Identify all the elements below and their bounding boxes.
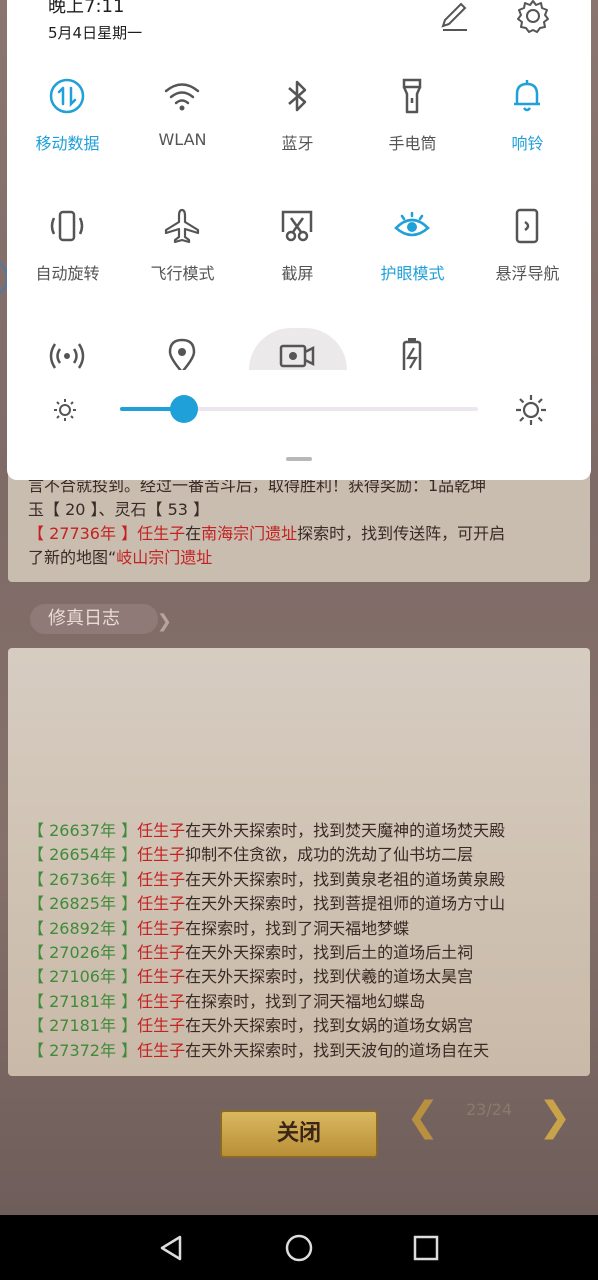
event-log-line-4: 了新的地图“岐山宗门遗址: [28, 548, 213, 567]
tile-screen-record[interactable]: [240, 336, 355, 370]
log-entry: 【 26825年 】任生子在天外天探索时，找到菩提祖师的道场方寸山: [28, 894, 506, 914]
event-log-line-2: 玉【 20 】、灵石【 53 】: [28, 500, 210, 519]
tile-label: 悬浮导航: [495, 264, 560, 283]
tile-screenshot[interactable]: 截屏: [240, 206, 355, 316]
floating-nav-icon: [515, 208, 539, 244]
tile-ring[interactable]: 响铃: [470, 76, 585, 186]
back-icon[interactable]: [156, 1233, 186, 1263]
close-button[interactable]: 关闭: [220, 1110, 378, 1158]
recents-icon[interactable]: [411, 1233, 441, 1263]
screenshot-icon: [281, 210, 313, 242]
tile-label: 截屏: [281, 264, 314, 283]
tile-label: WLAN: [158, 130, 207, 149]
tile-bluetooth[interactable]: 蓝牙: [240, 76, 355, 186]
brightness-low-icon: [54, 399, 76, 421]
tile-eye-comfort[interactable]: 护眼模式: [355, 206, 470, 316]
airplane-icon: [164, 208, 200, 244]
tile-battery-saver[interactable]: [355, 336, 470, 370]
tile-floating-nav[interactable]: 悬浮导航: [470, 206, 585, 316]
tile-label: 自动旋转: [35, 264, 100, 283]
log-entry: 【 27372年 】任生子在天外天探索时，找到天波旬的道场自在天: [28, 1040, 490, 1060]
location-icon: [168, 338, 196, 370]
log-entry: 【 26892年 】任生子在探索时，找到了洞天福地梦蝶: [28, 918, 410, 938]
tile-flashlight[interactable]: 手电筒: [355, 76, 470, 186]
prev-page-button[interactable]: ❮: [406, 1094, 440, 1140]
bluetooth-icon: [288, 80, 307, 112]
log-entry: 【 26736年 】任生子在天外天探索时，找到黄泉老祖的道场黄泉殿: [28, 869, 506, 889]
clock-date[interactable]: 5月4日星期一: [48, 22, 142, 43]
hotspot-icon: [49, 343, 85, 369]
tile-airplane[interactable]: 飞行模式: [125, 206, 240, 316]
quick-settings-panel: 晚上7:11 5月4日星期一 移动数据 WLAN 蓝牙 手电筒 响铃 自动旋转 …: [7, 0, 591, 480]
battery-saver-icon: [402, 338, 422, 370]
auto-rotate-icon: [50, 210, 84, 242]
screen-record-icon: [279, 344, 315, 368]
navigation-bar: [0, 1215, 598, 1280]
clock-time: 晚上7:11: [48, 0, 125, 17]
tile-location[interactable]: [125, 336, 240, 370]
home-icon[interactable]: [284, 1233, 314, 1263]
event-log-line-3: 【 27736年 】任生子在南海宗门遗址探索时，找到传送阵，可开启: [28, 524, 506, 543]
mobile-data-icon: [49, 78, 85, 114]
tile-hotspot[interactable]: [10, 336, 125, 370]
tile-mobile-data[interactable]: 移动数据: [10, 76, 125, 186]
tile-label: 响铃: [511, 134, 544, 153]
log-entry: 【 27026年 】任生子在天外天探索时，找到后土的道场后土祠: [28, 943, 474, 963]
wifi-icon: [164, 83, 200, 111]
page-indicator: 23/24: [466, 1100, 513, 1119]
tile-label: 护眼模式: [380, 264, 445, 283]
log-entry: 【 27181年 】任生子在探索时，找到了洞天福地幻蝶岛: [28, 991, 426, 1011]
log-entry: 【 26637年 】任生子在天外天探索时，找到焚天魔神的道场焚天殿: [28, 821, 506, 840]
brightness-high-icon: [516, 395, 546, 425]
brightness-thumb[interactable]: [170, 395, 199, 423]
tile-auto-rotate[interactable]: 自动旋转: [10, 206, 125, 316]
log-entry: 【 26654年 】任生子抑制不住贪欲，成功的洗劫了仙书坊二层: [28, 845, 474, 865]
log-entry: 【 27106年 】任生子在天外天探索时，找到伏羲的道场太昊宫: [28, 967, 474, 987]
tile-label: 移动数据: [35, 134, 100, 153]
cultivation-log-list: 【 26637年 】任生子在天外天探索时，找到焚天魔神的道场焚天殿【 26654…: [28, 819, 584, 1063]
shade-drag-handle[interactable]: [286, 457, 312, 461]
next-page-button[interactable]: ❯: [538, 1094, 572, 1140]
eye-comfort-icon: [394, 211, 430, 237]
tile-label: 飞行模式: [150, 264, 215, 283]
brightness-slider[interactable]: [120, 395, 478, 423]
tile-label: 蓝牙: [281, 134, 314, 153]
edit-icon[interactable]: [433, 0, 473, 34]
cultivation-log-header: 修真日志 ❯: [30, 604, 172, 634]
log-entry: 【 27181年 】任生子在天外天探索时，找到女娲的道场女娲宫: [28, 1016, 474, 1036]
tile-label: 手电筒: [388, 134, 437, 153]
tile-wlan[interactable]: WLAN: [125, 76, 240, 186]
event-log-text: 言不合就投到。经过一番苦斗后，取得胜利！获得奖励：1品乾坤 玉【 20 】、灵石…: [28, 474, 576, 570]
flashlight-icon: [402, 78, 422, 114]
header-arrow-icon: ❯: [156, 611, 172, 632]
gear-icon[interactable]: [513, 0, 553, 34]
bell-icon: [514, 80, 540, 112]
